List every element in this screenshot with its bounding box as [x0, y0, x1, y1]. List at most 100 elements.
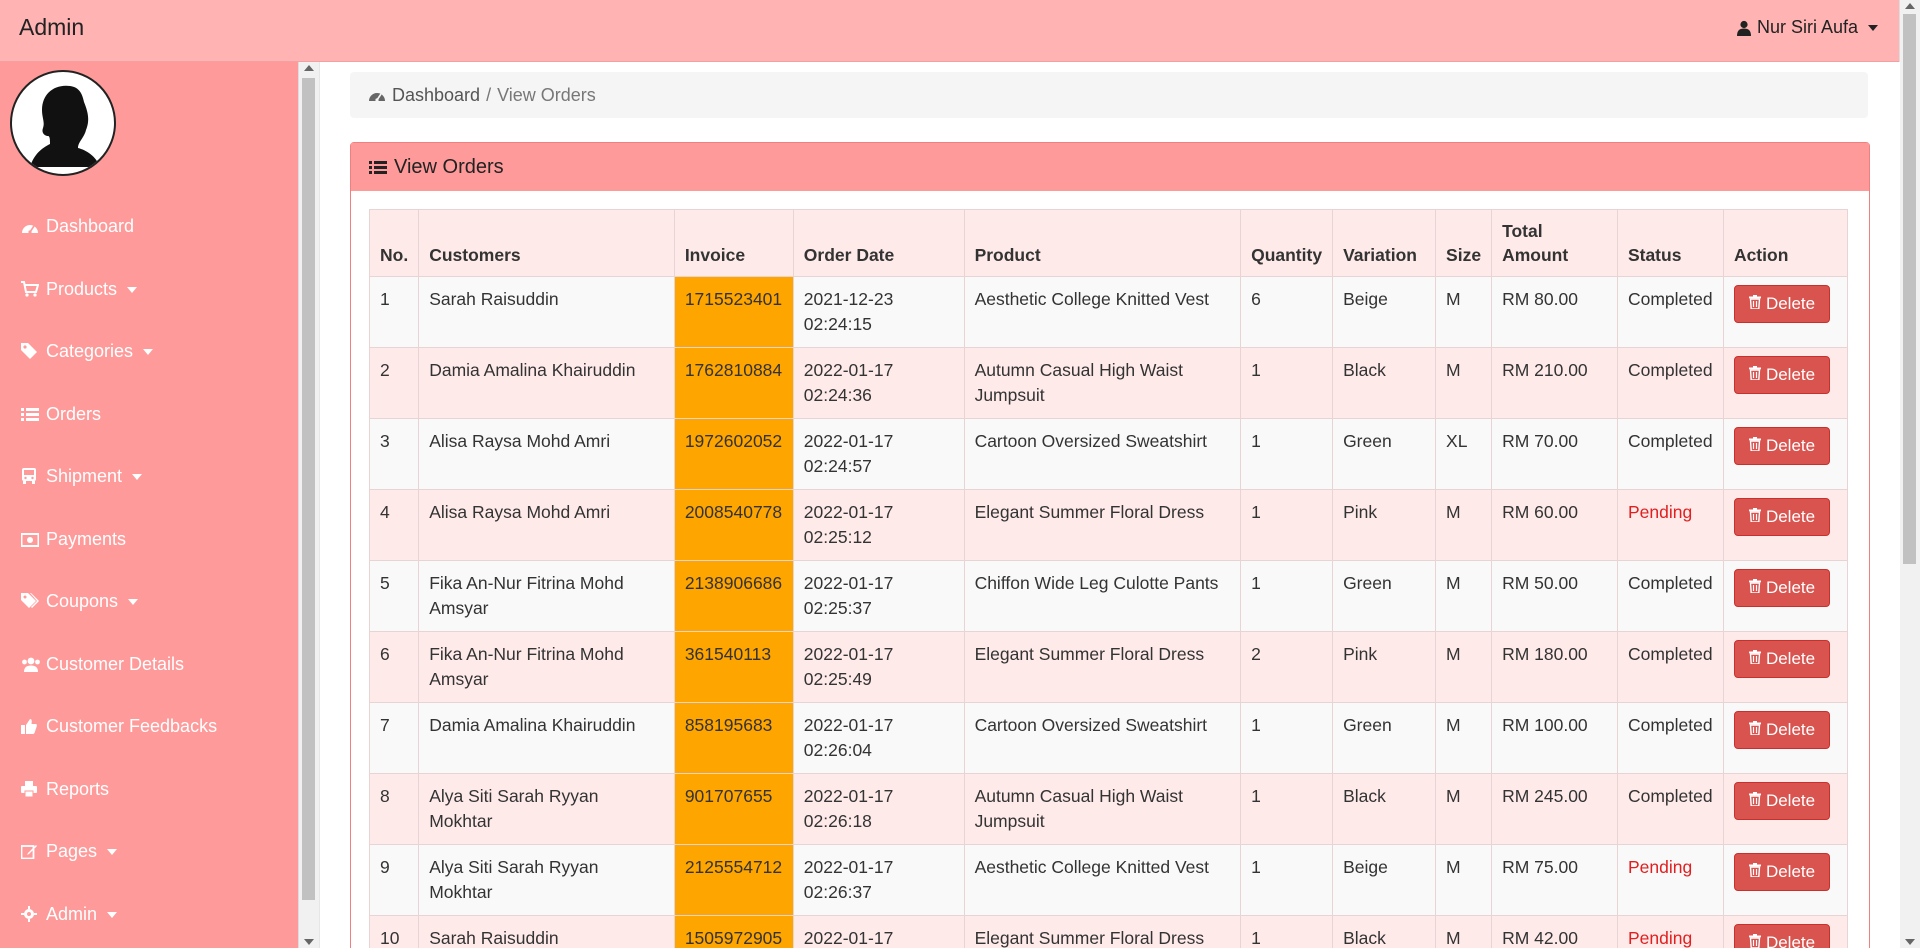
cell-invoice: 1972602052 — [673, 418, 794, 490]
trash-icon — [1748, 365, 1761, 385]
cell-customer: Alya Siti Sarah Ryyan Mokhtar — [418, 844, 675, 916]
sidebar-item-shipment[interactable]: Shipment — [0, 466, 298, 529]
cell-size: M — [1435, 631, 1493, 703]
delete-button[interactable]: Delete — [1733, 569, 1831, 607]
order-time: 02:24:15 — [803, 314, 872, 334]
sidebar-menu: Dashboard Products Categories Orders Shipmen… — [0, 216, 298, 948]
money-icon — [20, 531, 40, 547]
orders-table: No. Customers Invoice Order Date Product… — [368, 209, 1849, 948]
delete-button[interactable]: Delete — [1733, 640, 1831, 678]
cell-customer: Sarah Raisuddin — [418, 276, 675, 348]
col-header-customers[interactable]: Customers — [418, 209, 675, 277]
cell-no: 3 — [368, 418, 420, 490]
sidebar-item-coupons[interactable]: Coupons — [0, 591, 298, 654]
col-header-variation[interactable]: Variation — [1332, 209, 1437, 277]
sidebar-scroll-up-icon[interactable] — [304, 65, 314, 71]
bus-icon — [21, 468, 39, 484]
cell-no: 5 — [368, 560, 420, 632]
page-scroll-thumb[interactable] — [1903, 14, 1916, 564]
sidebar-scroll-down-icon[interactable] — [304, 939, 314, 945]
sidebar-item-categories[interactable]: Categories — [0, 341, 298, 404]
sidebar-item-products[interactable]: Products — [0, 279, 298, 342]
cell-action: Delete — [1722, 560, 1849, 632]
cell-total-amount: RM 70.00 — [1491, 418, 1618, 490]
col-header-invoice[interactable]: Invoice — [673, 209, 794, 277]
cell-quantity: 1 — [1240, 702, 1334, 774]
cell-order-date: 2022-01-17 02:25:37 — [792, 560, 965, 632]
sidebar-item-orders[interactable]: Orders — [0, 404, 298, 467]
cell-size: M — [1435, 915, 1493, 948]
col-header-action: Action — [1722, 209, 1849, 277]
status-badge: Pending — [1616, 915, 1724, 948]
scroll-up-icon[interactable] — [1905, 3, 1915, 9]
delete-button[interactable]: Delete — [1733, 782, 1831, 820]
breadcrumb-dashboard-link[interactable]: Dashboard — [392, 85, 480, 106]
cell-product: Cartoon Oversized Sweatshirt — [963, 702, 1242, 774]
order-date: 2022-01-17 — [803, 502, 894, 522]
col-header-no[interactable]: No. — [368, 209, 420, 277]
status-badge: Completed — [1616, 276, 1724, 348]
cell-quantity: 1 — [1240, 773, 1334, 845]
cart-icon — [21, 280, 40, 297]
sidebar-scroll-thumb[interactable] — [302, 78, 315, 900]
sidebar-item-reports[interactable]: Reports — [0, 779, 298, 842]
orders-panel: View Orders No. Customers Invoice Order … — [350, 142, 1870, 948]
sidebar-item-label: Orders — [46, 403, 102, 424]
cell-order-date: 2022-01-17 02:24:36 — [792, 347, 965, 419]
col-header-total-amount[interactable]: Total Amount — [1491, 209, 1618, 277]
brand-title[interactable]: Admin — [19, 14, 84, 41]
delete-label: Delete — [1765, 791, 1816, 810]
cell-invoice: 1762810884 — [673, 347, 794, 419]
sidebar-item-dashboard[interactable]: Dashboard — [0, 216, 298, 279]
cell-order-date: 2022-01-17 02:26:37 — [792, 844, 965, 916]
col-header-quantity[interactable]: Quantity — [1240, 209, 1334, 277]
col-header-size[interactable]: Size — [1435, 209, 1493, 277]
col-header-status[interactable]: Status — [1616, 209, 1724, 277]
delete-button[interactable]: Delete — [1733, 285, 1831, 323]
trash-icon — [1748, 862, 1761, 882]
cell-size: M — [1435, 702, 1493, 774]
delete-button[interactable]: Delete — [1733, 853, 1831, 891]
sidebar-item-customer-feedbacks[interactable]: Customer Feedbacks — [0, 716, 298, 779]
sidebar-item-customer-details[interactable]: Customer Details — [0, 654, 298, 717]
table-row: 7 Damia Amalina Khairuddin 858195683 2022-0… — [368, 702, 1849, 774]
sidebar-item-payments[interactable]: Payments — [0, 529, 298, 592]
sidebar-item-pages[interactable]: Pages — [0, 841, 298, 904]
col-header-product[interactable]: Product — [963, 209, 1242, 277]
cell-no: 1 — [368, 276, 420, 348]
panel-heading: View Orders — [351, 143, 1869, 191]
cell-invoice: 2138906686 — [673, 560, 794, 632]
scroll-down-icon[interactable] — [1905, 939, 1915, 945]
sidebar: Dashboard Products Categories Orders Shipmen… — [0, 62, 298, 948]
col-header-order-date[interactable]: Order Date — [792, 209, 965, 277]
page-scrollbar[interactable] — [1899, 0, 1920, 948]
cell-size: M — [1435, 560, 1493, 632]
cell-total-amount: RM 42.00 — [1491, 915, 1618, 948]
users-icon — [21, 656, 40, 672]
order-date: 2022-01-17 — [803, 644, 894, 664]
panel-title: View Orders — [394, 155, 504, 178]
cell-variation: Beige — [1332, 276, 1437, 348]
user-icon — [1736, 20, 1751, 36]
trash-icon — [1748, 294, 1761, 314]
trash-icon — [1748, 507, 1761, 527]
user-menu[interactable]: Nur Siri Aufa — [1736, 17, 1878, 38]
cell-total-amount: RM 210.00 — [1491, 347, 1618, 419]
sidebar-item-admin[interactable]: Admin — [0, 904, 298, 948]
order-date: 2022-01-17 — [803, 786, 894, 806]
sidebar-scrollbar[interactable] — [298, 62, 320, 948]
cell-order-date: 2022-01-17 02:26:04 — [792, 702, 965, 774]
delete-label: Delete — [1765, 365, 1816, 384]
cell-invoice: 2008540778 — [673, 489, 794, 561]
delete-button[interactable]: Delete — [1733, 498, 1831, 536]
delete-button[interactable]: Delete — [1733, 427, 1831, 465]
cell-variation: Black — [1332, 347, 1437, 419]
delete-button[interactable]: Delete — [1733, 711, 1831, 749]
table-row: 3 Alisa Raysa Mohd Amri 1972602052 2022-01-… — [368, 418, 1849, 490]
cell-product: Elegant Summer Floral Dress — [963, 489, 1242, 561]
delete-button[interactable]: Delete — [1733, 924, 1831, 948]
delete-button[interactable]: Delete — [1733, 356, 1831, 394]
trash-icon — [1748, 436, 1761, 456]
cell-variation: Green — [1332, 702, 1437, 774]
status-badge: Completed — [1616, 702, 1724, 774]
